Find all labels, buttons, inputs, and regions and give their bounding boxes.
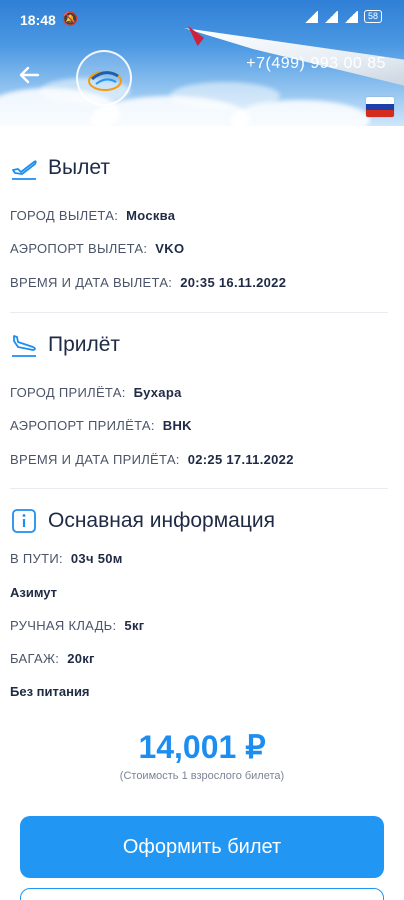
arrival-airport-value: BHK: [162, 418, 192, 433]
back-arrow-icon[interactable]: [18, 64, 44, 90]
departure-section-title: Вылет: [10, 154, 110, 182]
plane-landing-icon: [10, 331, 38, 359]
divider: [10, 312, 388, 313]
info-section-title: Оснавная информация: [10, 507, 275, 535]
price-note: (Стоимость 1 взрослого билета): [119, 770, 285, 782]
ticket-price: 14,001 ₽: [138, 729, 266, 765]
departure-airport-row: АЭРОПОРТ ВЫЛЕТА: VKO: [10, 241, 184, 256]
info-icon: [10, 507, 38, 535]
departure-title: Вылет: [48, 156, 110, 179]
departure-city-label: ГОРОД ВЫЛЕТА:: [10, 208, 119, 223]
duration-label: В ПУТИ:: [10, 551, 63, 566]
airline-name: Азимут: [10, 585, 58, 600]
departure-datetime-row: ВРЕМЯ И ДАТА ВЫЛЕТА: 20:35 16.11.2022: [10, 275, 286, 290]
departure-datetime-value: 20:35 16.11.2022: [180, 275, 287, 290]
info-title: Оснавная информация: [48, 509, 275, 532]
hand-luggage-row: РУЧНАЯ КЛАДЬ: 5кг: [10, 618, 144, 633]
arrival-airport-row: АЭРОПОРТ ПРИЛЁТА: BHK: [10, 418, 192, 433]
signal-icon: [323, 10, 338, 23]
phone-number-link[interactable]: +7(499) 993 00 85: [246, 55, 386, 73]
secondary-button[interactable]: [20, 888, 384, 900]
divider: [10, 488, 388, 489]
book-ticket-label: Оформить билет: [122, 835, 282, 858]
hand-luggage-value: 5кг: [124, 618, 145, 633]
hand-luggage-label: РУЧНАЯ КЛАДЬ:: [10, 618, 117, 633]
arrival-airport-label: АЭРОПОРТ ПРИЛЁТА:: [10, 418, 155, 433]
airline-logo: [76, 50, 132, 106]
arrival-title: Прилёт: [48, 333, 121, 356]
duration-value: 03ч 50м: [70, 551, 123, 566]
baggage-label: БАГАЖ:: [10, 651, 60, 666]
battery-icon: 58: [363, 10, 382, 23]
status-time: 18:48: [20, 12, 56, 28]
duration-row: В ПУТИ: 03ч 50м: [10, 551, 123, 566]
arrival-city-value: Бухара: [133, 385, 182, 400]
arrival-datetime-row: ВРЕМЯ И ДАТА ПРИЛЁТА: 02:25 17.11.2022: [10, 452, 294, 467]
wifi-icon: [343, 10, 358, 23]
header-banner: 18:48 🔕 58 +7(499) 993 00 85: [0, 0, 404, 126]
signal-icon: [303, 10, 318, 23]
departure-airport-label: АЭРОПОРТ ВЫЛЕТА:: [10, 241, 148, 256]
book-ticket-button[interactable]: Оформить билет: [20, 816, 384, 878]
plane-takeoff-icon: [10, 154, 38, 182]
baggage-row: БАГАЖ: 20кг: [10, 651, 95, 666]
cloud-decoration: [170, 82, 280, 110]
arrival-city-label: ГОРОД ПРИЛЁТА:: [10, 385, 126, 400]
arrival-datetime-value: 02:25 17.11.2022: [187, 452, 294, 467]
departure-city-row: ГОРОД ВЫЛЕТА: Москва: [10, 208, 175, 223]
meal-info: Без питания: [10, 684, 90, 699]
arrival-section-title: Прилёт: [10, 331, 120, 359]
arrival-city-row: ГОРОД ПРИЛЁТА: Бухара: [10, 385, 182, 400]
departure-city-value: Москва: [126, 208, 176, 223]
arrival-datetime-label: ВРЕМЯ И ДАТА ПРИЛЁТА:: [10, 452, 180, 467]
baggage-value: 20кг: [67, 651, 95, 666]
departure-datetime-label: ВРЕМЯ И ДАТА ВЫЛЕТА:: [10, 275, 173, 290]
status-icons: 58: [303, 10, 382, 23]
status-bar: 18:48 🔕 58: [0, 0, 404, 40]
russian-flag-icon[interactable]: [366, 97, 394, 117]
departure-airport-value: VKO: [155, 241, 185, 256]
mute-icon: 🔕: [62, 11, 79, 26]
